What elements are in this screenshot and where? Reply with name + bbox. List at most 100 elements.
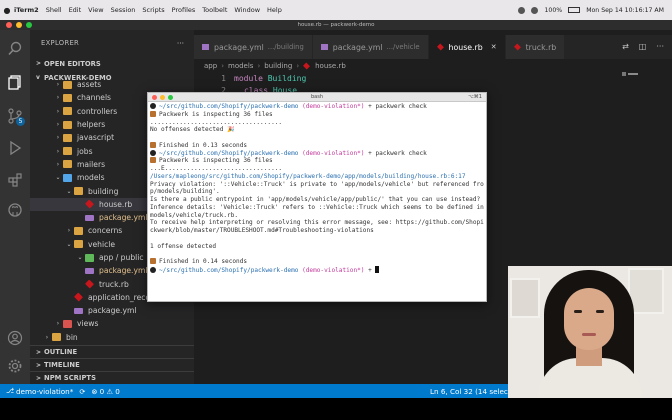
tab-package-yml[interactable]: package.yml .../vehicle — [312, 35, 429, 59]
git-branch[interactable]: demo-violation* — [16, 387, 73, 396]
timeline-label: TIMELINE — [44, 361, 80, 369]
explorer-icon[interactable] — [5, 72, 25, 92]
prompt-branch: (demo-violation*) — [302, 103, 365, 110]
close-icon[interactable]: ✕ — [491, 43, 497, 51]
menu-item-profiles[interactable]: Profiles — [172, 6, 196, 14]
cursor-position[interactable]: Ln 6, Col 32 (14 selected — [430, 387, 520, 396]
open-editors-label: OPEN EDITORS — [44, 59, 101, 68]
open-changes-icon[interactable]: ⇄ — [622, 42, 629, 51]
menu-item-toolbelt[interactable]: Toolbelt — [202, 6, 227, 14]
tree-item-label: helpers — [77, 120, 106, 130]
code-keyword: module — [234, 74, 263, 83]
battery-icon[interactable] — [568, 7, 581, 13]
open-editors-section[interactable]: > OPEN EDITORS — [30, 57, 194, 70]
terminal-line: ckwerk/blob/master/TROUBLESHOOT.md#Troub… — [150, 227, 484, 235]
presenter-eye — [596, 310, 604, 313]
terminal-text: Packwerk is inspecting 36 files — [159, 110, 273, 118]
tree-item[interactable]: package.yml — [30, 304, 194, 317]
breadcrumb-item[interactable]: building — [264, 62, 292, 70]
npm-scripts-section[interactable]: > NPM SCRIPTS — [30, 371, 194, 384]
tree-item[interactable]: › views — [30, 317, 194, 330]
code-identifier: Building — [267, 74, 307, 83]
terminal-output[interactable]: ~/src/github.com/Shopify/packwerk-demo (… — [148, 102, 486, 275]
menu-item-window[interactable]: Window — [234, 6, 260, 14]
tab-package-yml[interactable]: package.yml .../building — [194, 35, 313, 59]
search-icon[interactable] — [5, 38, 25, 58]
terminal-line: Is there a public entrypoint in 'app/mod… — [150, 196, 484, 204]
chevron-right-icon: › — [56, 320, 60, 328]
minimize-window-icon[interactable] — [16, 22, 22, 28]
apple-icon[interactable]: ● — [0, 6, 14, 15]
terminal-line: To receive help interpreting or resolvin… — [150, 219, 484, 227]
window-titlebar: house.rb — packwerk-demo — [0, 20, 672, 30]
account-icon[interactable] — [5, 328, 25, 348]
terminal-text: Inference details: 'Vehicle::Truck' refe… — [150, 203, 484, 211]
menu-item-help[interactable]: Help — [267, 6, 282, 14]
zoom-window-icon[interactable] — [26, 22, 32, 28]
menu-items: iTerm2 Shell Edit View Session Scripts Profile… — [14, 6, 289, 14]
github-icon[interactable] — [5, 200, 25, 220]
sync-icon[interactable]: ⟳ — [79, 387, 85, 396]
ruby-file-icon — [513, 43, 521, 51]
terminal-line: /Users/mapleong/src/github.com/Shopify/p… — [150, 173, 484, 181]
more-actions-icon[interactable]: ··· — [656, 42, 664, 51]
tree-item-label: vehicle — [88, 239, 116, 249]
tree-item-label: mailers — [77, 159, 106, 169]
tree-item[interactable]: › bin — [30, 331, 194, 344]
tab-label: house.rb — [448, 42, 483, 52]
tree-item-label: house.rb — [99, 199, 133, 209]
terminal-title: bash — [310, 94, 323, 100]
wall-frame — [510, 278, 540, 318]
run-debug-icon[interactable] — [5, 138, 25, 158]
problems-indicator[interactable]: ⊗ 0 ⚠ 0 — [91, 387, 119, 396]
outline-section[interactable]: > OUTLINE — [30, 345, 194, 358]
terminal-line: 1 offense detected — [150, 243, 484, 251]
tab-label: package.yml — [332, 42, 383, 52]
extensions-icon[interactable] — [5, 170, 25, 190]
settings-gear-icon[interactable] — [5, 356, 25, 376]
menu-item-edit[interactable]: Edit — [69, 6, 82, 14]
yaml-file-icon — [202, 44, 209, 50]
source-control-icon[interactable]: 5 — [5, 106, 25, 126]
tree-item-label: controllers — [77, 106, 118, 116]
terminal-window[interactable]: bash ⌥⌘1 ~/src/github.com/Shopify/packwe… — [147, 92, 487, 302]
terminal-text: Finished in 0.14 seconds — [159, 258, 248, 265]
split-editor-icon[interactable]: ◫ — [639, 42, 647, 51]
folder-icon — [74, 226, 83, 235]
more-actions-icon[interactable]: ··· — [177, 39, 184, 48]
minimap[interactable] — [628, 73, 638, 75]
menu-item-view[interactable]: View — [88, 6, 103, 14]
terminal-line: No offenses detected 🎉 — [150, 126, 484, 134]
menu-item-scripts[interactable]: Scripts — [142, 6, 164, 14]
menu-item-iterm2[interactable]: iTerm2 — [14, 6, 39, 14]
status-icon[interactable] — [518, 6, 526, 14]
tree-item[interactable]: › assets — [30, 78, 194, 91]
terminal-text: 1 offense detected — [150, 242, 217, 250]
package-emoji-icon — [150, 258, 156, 264]
close-window-icon[interactable] — [6, 22, 12, 28]
tab-house-rb[interactable]: house.rb ✕ — [428, 35, 506, 59]
wifi-icon[interactable] — [531, 6, 539, 14]
menubar-clock[interactable]: Mon Sep 14 10:16:17 AM — [586, 7, 664, 14]
terminal-text: Is there a public entrypoint in 'app/mod… — [150, 196, 481, 203]
breadcrumb-item[interactable]: house.rb — [315, 62, 346, 70]
chevron-right-icon: › — [56, 107, 60, 115]
terminal-shortcut: ⌥⌘1 — [468, 94, 482, 100]
chevron-right-icon: › — [56, 81, 60, 89]
branch-icon[interactable]: ⎇ — [6, 387, 16, 395]
terminal-text: ckwerk/blob/master/TROUBLESHOOT.md#Troub… — [150, 227, 374, 234]
menu-item-shell[interactable]: Shell — [46, 6, 62, 14]
menu-item-session[interactable]: Session — [111, 6, 136, 14]
prompt-path: ~/src/github.com/Shopify/packwerk-demo — [159, 149, 299, 157]
breadcrumb-item[interactable]: app — [204, 62, 217, 70]
black-bar — [0, 398, 672, 420]
yaml-file-icon — [85, 267, 94, 274]
breadcrumb-item[interactable]: models — [228, 62, 253, 70]
terminal-text: No offenses detected 🎉 — [150, 126, 235, 134]
ruby-file-icon — [303, 62, 311, 69]
prompt-emoji-icon — [150, 266, 156, 273]
timeline-section[interactable]: > TIMELINE — [30, 358, 194, 371]
tab-truck-rb[interactable]: truck.rb — [505, 35, 566, 59]
chevron-right-icon: › — [45, 333, 49, 341]
